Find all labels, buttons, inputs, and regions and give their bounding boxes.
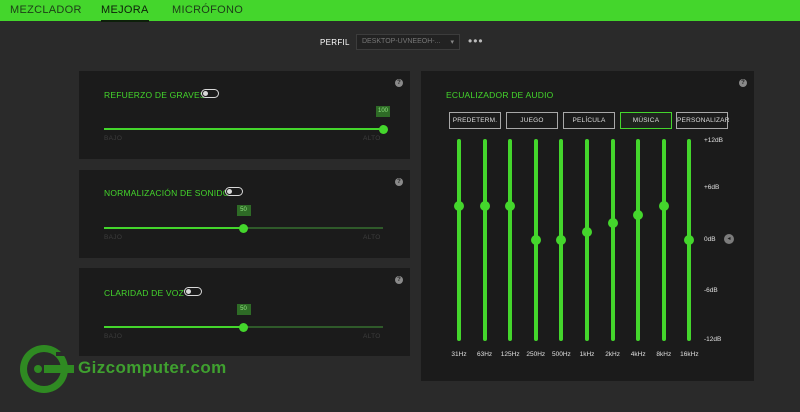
sound-normalization-toggle[interactable] xyxy=(225,187,243,196)
sound-normalization-panel: ? NORMALIZACIÓN DE SONIDO 50 BAJO ALTO xyxy=(79,170,410,258)
slider-value-badge: 50 xyxy=(236,205,251,216)
profile-label: PERFIL xyxy=(320,38,350,47)
slider-max-label: ALTO xyxy=(363,333,381,340)
bass-boost-toggle[interactable] xyxy=(201,89,219,98)
db-label-zero: 0dB xyxy=(704,236,716,243)
eq-band-thumb[interactable] xyxy=(684,235,695,245)
more-options-icon[interactable]: ••• xyxy=(468,34,484,48)
chevron-down-icon: ▾ xyxy=(450,39,454,46)
eq-band-track[interactable] xyxy=(457,139,461,341)
slider-max-label: ALTO xyxy=(363,135,381,142)
bass-boost-panel: ? REFUERZO DE GRAVES 100 BAJO ALTO xyxy=(79,71,410,159)
help-icon[interactable]: ? xyxy=(395,178,403,186)
eq-band-thumb[interactable] xyxy=(633,209,644,220)
toggle-knob xyxy=(227,188,232,194)
db-label-plus6: +6dB xyxy=(704,184,720,191)
preset-default-button[interactable]: PREDETERM. xyxy=(449,112,501,129)
eq-band-thumb[interactable] xyxy=(505,201,516,212)
voice-clarity-slider[interactable]: 50 xyxy=(104,304,383,332)
slider-fill xyxy=(104,326,244,328)
profile-value: DESKTOP-UVNEEOH-... xyxy=(362,38,441,45)
eq-band-label: 16kHz xyxy=(680,351,699,358)
tab-mezclador[interactable]: MEZCLADOR xyxy=(10,4,82,16)
watermark-text: Gizcomputer.com xyxy=(78,358,227,377)
tab-mejora-label: MEJORA xyxy=(101,4,149,16)
toggle-knob xyxy=(186,288,191,294)
gizcomputer-logo-icon xyxy=(20,345,74,393)
slider-value-badge: 100 xyxy=(376,106,390,117)
eq-band-thumb[interactable] xyxy=(556,235,567,245)
eq-band-track[interactable] xyxy=(508,139,513,341)
voice-clarity-title: CLARIDAD DE VOZ xyxy=(104,288,184,298)
eq-band-thumb[interactable] xyxy=(607,218,618,229)
eq-band-track[interactable] xyxy=(661,139,666,341)
slider-fill xyxy=(104,227,244,229)
help-icon[interactable]: ? xyxy=(395,276,403,284)
eq-band-track[interactable] xyxy=(636,139,641,341)
db-label-minus12: -12dB xyxy=(704,336,722,343)
slider-min-label: BAJO xyxy=(104,135,123,142)
tab-microfono[interactable]: MICRÓFONO xyxy=(172,4,243,16)
help-icon[interactable]: ? xyxy=(739,79,747,87)
help-icon[interactable]: ? xyxy=(395,79,403,87)
audio-equalizer-panel: ? ECUALIZADOR DE AUDIO PREDETERM. JUEGO … xyxy=(421,71,754,381)
slider-max-label: ALTO xyxy=(363,234,381,241)
toggle-knob xyxy=(203,90,208,96)
profile-dropdown[interactable]: DESKTOP-UVNEEOH-... ▾ xyxy=(356,34,460,50)
slider-thumb[interactable] xyxy=(239,223,248,233)
eq-band-thumb[interactable] xyxy=(658,201,669,212)
eq-band-track[interactable] xyxy=(585,139,589,341)
slider-thumb[interactable] xyxy=(239,322,248,332)
db-label-minus6: -6dB xyxy=(704,287,718,294)
eq-band-track[interactable] xyxy=(610,139,615,341)
slider-value-badge: 50 xyxy=(236,304,251,315)
preset-custom-button[interactable]: PERSONALIZAR xyxy=(676,112,729,129)
sound-normalization-title: NORMALIZACIÓN DE SONIDO xyxy=(104,188,230,198)
bass-boost-slider[interactable]: 100 xyxy=(104,106,390,134)
gizcomputer-watermark: Gizcomputer.com xyxy=(18,339,233,399)
slider-min-label: BAJO xyxy=(104,234,123,241)
sound-normalization-slider[interactable]: 50 xyxy=(104,205,383,233)
reset-icon[interactable]: ◂ xyxy=(724,234,734,244)
slider-thumb[interactable] xyxy=(378,124,388,134)
eq-band-track[interactable] xyxy=(482,139,487,341)
eq-band-thumb[interactable] xyxy=(582,226,592,237)
audio-equalizer-title: ECUALIZADOR DE AUDIO xyxy=(446,90,554,100)
active-tab-indicator xyxy=(101,20,149,22)
preset-music-button[interactable]: MÚSICA xyxy=(620,112,672,129)
db-label-plus12: +12dB xyxy=(704,137,723,144)
preset-game-button[interactable]: JUEGO xyxy=(506,112,558,129)
eq-band-thumb[interactable] xyxy=(454,201,464,212)
tab-mejora[interactable]: MEJORA xyxy=(101,4,149,22)
preset-movie-button[interactable]: PELÍCULA xyxy=(563,112,615,129)
eq-band-thumb[interactable] xyxy=(530,235,541,245)
bass-boost-title: REFUERZO DE GRAVES xyxy=(104,90,206,100)
slider-fill xyxy=(104,128,383,130)
top-nav-bar: MEZCLADOR MEJORA MICRÓFONO xyxy=(0,0,800,22)
profile-selector: PERFIL DESKTOP-UVNEEOH-... ▾ ••• xyxy=(320,34,483,50)
voice-clarity-toggle[interactable] xyxy=(184,287,202,296)
eq-band-thumb[interactable] xyxy=(479,201,490,212)
